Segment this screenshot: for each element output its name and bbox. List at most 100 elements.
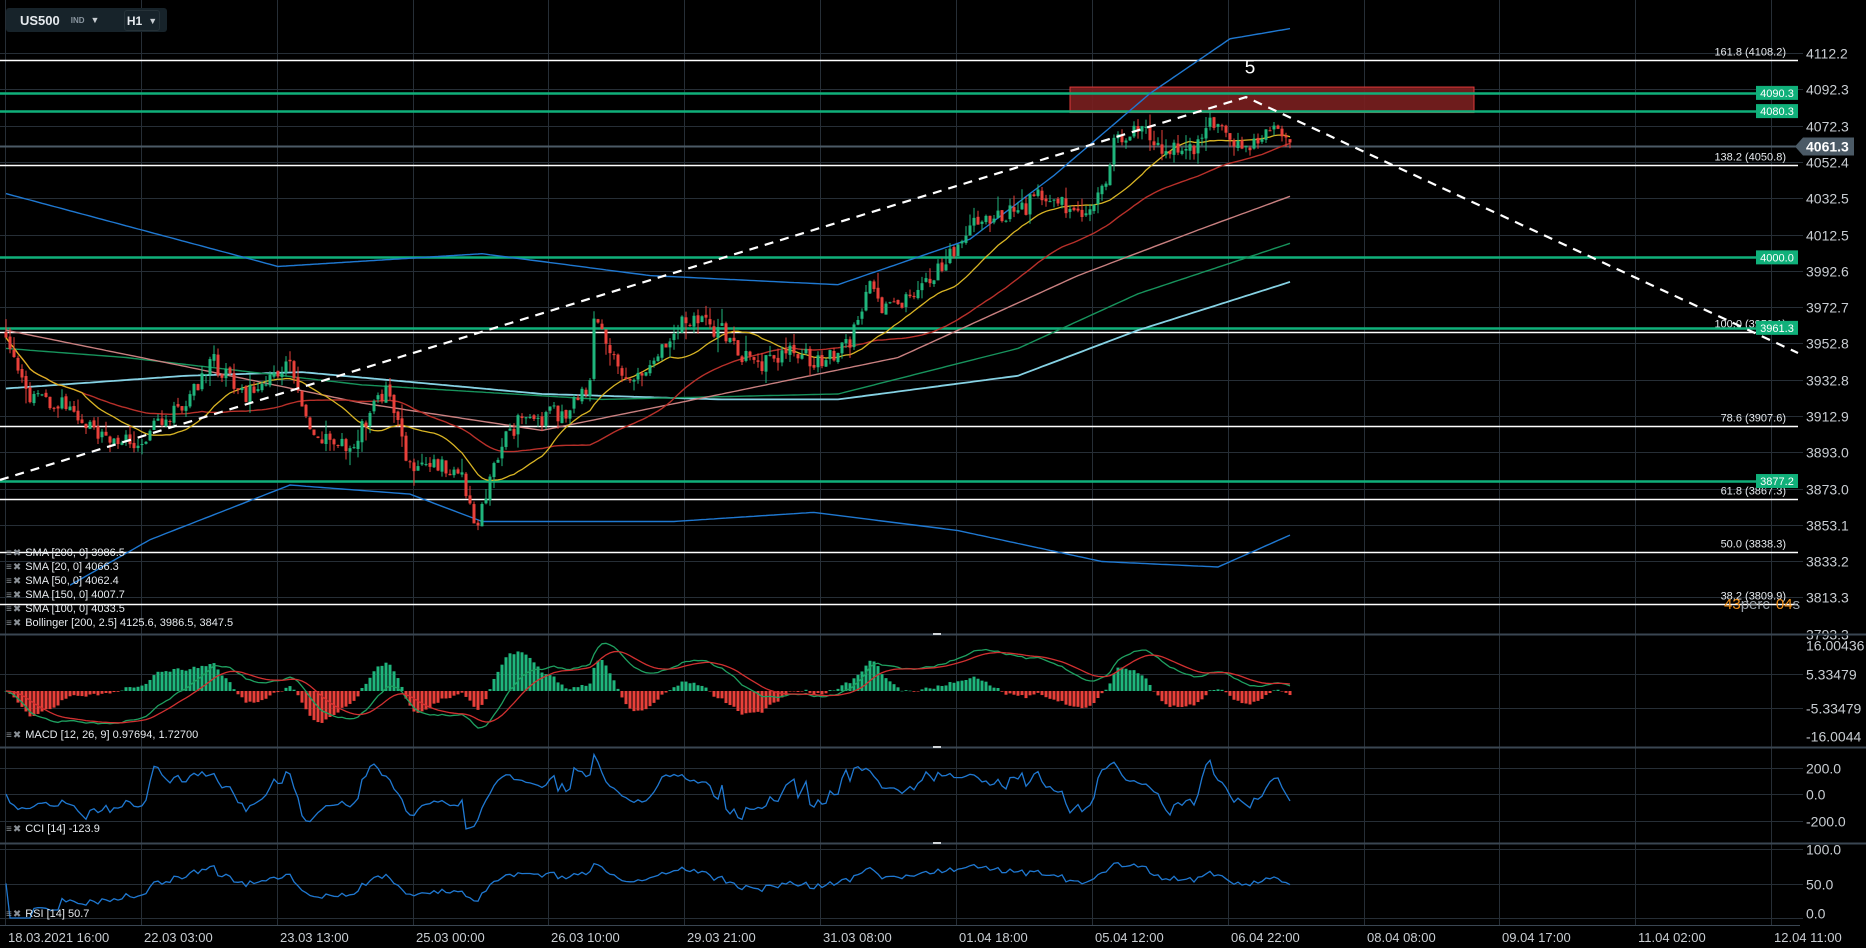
candle xyxy=(1252,133,1256,150)
candle-body xyxy=(908,294,912,297)
candle-body xyxy=(548,406,552,411)
candle-body xyxy=(532,415,536,420)
candle-body xyxy=(104,431,108,436)
candle-body xyxy=(16,357,20,371)
macd-histogram-bar xyxy=(152,675,156,691)
candle xyxy=(1104,181,1108,191)
candle xyxy=(660,343,664,361)
price-tick-label: 4012.5 xyxy=(1806,228,1849,244)
candle xyxy=(464,471,468,499)
macd-histogram-bar xyxy=(20,691,24,707)
macd-histogram-bar xyxy=(936,685,940,691)
candle xyxy=(304,403,308,419)
candle xyxy=(708,308,712,329)
candle-body xyxy=(960,241,964,244)
candle-body xyxy=(1052,199,1056,201)
macd-histogram-bar xyxy=(104,691,108,693)
macd-panel xyxy=(4,642,1292,729)
candle-body xyxy=(208,359,212,375)
indicator-settings-icon[interactable]: ≡✖ xyxy=(6,824,22,835)
timeframe-selector[interactable]: H1 ▼ xyxy=(124,10,160,31)
candle-body xyxy=(944,264,948,271)
candle-body xyxy=(484,498,488,504)
macd-histogram-bar xyxy=(244,691,248,703)
macd-histogram-bar xyxy=(72,691,76,696)
macd-histogram-bar xyxy=(68,691,72,697)
candle-body xyxy=(968,225,972,236)
candle xyxy=(720,308,724,327)
candle-body xyxy=(44,392,48,398)
candle-body xyxy=(368,412,372,427)
candle xyxy=(824,358,828,367)
indicator-settings-icon[interactable]: ≡✖ xyxy=(6,576,22,587)
macd-histogram-bar xyxy=(440,691,444,699)
macd-histogram-bar xyxy=(296,691,300,696)
candle xyxy=(552,401,556,409)
candle-body xyxy=(1084,213,1088,216)
candle xyxy=(24,370,28,404)
legend-sma50: ≡✖ SMA [50, 0] 4062.4 xyxy=(6,575,119,587)
candle xyxy=(272,365,276,379)
macd-histogram-bar xyxy=(1156,691,1160,696)
candle-body xyxy=(164,419,168,427)
indicator-settings-icon[interactable]: ≡✖ xyxy=(6,590,22,601)
macd-histogram-bar xyxy=(488,689,492,691)
candle xyxy=(592,311,596,382)
macd-histogram-bar xyxy=(1248,691,1252,705)
candle-body xyxy=(1148,126,1152,141)
macd-histogram-bar xyxy=(1092,691,1096,704)
candle-body xyxy=(96,426,100,439)
indicator-settings-icon[interactable]: ≡✖ xyxy=(6,604,22,615)
price-tick-label: 4052.4 xyxy=(1806,155,1849,171)
candle xyxy=(20,364,24,383)
cci-line xyxy=(5,752,1291,830)
macd-histogram-bar xyxy=(312,691,316,721)
macd-histogram-bar xyxy=(1100,691,1104,694)
candle-body xyxy=(316,436,320,438)
candle-body xyxy=(192,383,196,396)
indicator-settings-icon[interactable]: ≡✖ xyxy=(6,618,22,629)
candle xyxy=(332,438,336,451)
candle-body xyxy=(780,350,784,363)
candle-body xyxy=(848,339,852,348)
candle xyxy=(884,301,888,315)
symbol-selector[interactable]: US500 xyxy=(20,13,60,28)
indicator-settings-icon[interactable]: ≡✖ xyxy=(6,548,22,559)
candle-body xyxy=(1044,198,1048,202)
candle-body xyxy=(8,336,12,350)
macd-histogram-bar xyxy=(984,681,988,691)
candle-body xyxy=(212,354,216,361)
candle-body xyxy=(728,337,732,343)
candle xyxy=(124,430,128,446)
candle-body xyxy=(504,431,508,447)
candle-body xyxy=(1092,204,1096,212)
wave-label: 5 xyxy=(1245,57,1256,78)
macd-histogram-bar xyxy=(504,657,508,691)
macd-histogram-bar xyxy=(1152,691,1156,692)
candle-body xyxy=(28,387,32,403)
indicator-settings-icon[interactable]: ≡✖ xyxy=(6,909,22,920)
indicator-settings-icon[interactable]: ≡✖ xyxy=(6,562,22,573)
time-tick-label: 26.03 10:00 xyxy=(551,930,620,945)
macd-histogram-bar xyxy=(672,687,676,691)
candle xyxy=(324,420,328,452)
candle-body xyxy=(828,350,832,359)
candle xyxy=(492,461,496,489)
symbol-dropdown-icon[interactable]: ▼ xyxy=(91,15,100,25)
candle xyxy=(396,410,400,427)
macd-histogram-bar xyxy=(156,671,160,691)
macd-histogram-bar xyxy=(256,691,260,703)
candle-body xyxy=(80,419,84,424)
chart-canvas[interactable]: 4112.2 4092.3 4072.3 4052.4 4032.5 4012.5 3992… xyxy=(0,0,1866,948)
candle xyxy=(128,425,132,448)
candle xyxy=(336,444,340,448)
candle xyxy=(1168,150,1172,159)
indicator-settings-icon[interactable]: ≡✖ xyxy=(6,730,22,741)
candle xyxy=(184,400,188,418)
candle xyxy=(480,502,484,527)
macd-histogram-bar xyxy=(36,691,40,714)
countdown-value-2: 04 xyxy=(1775,596,1793,613)
candle-body xyxy=(20,369,24,378)
time-tick-label: 09.04 17:00 xyxy=(1502,930,1571,945)
macd-histogram-bar xyxy=(532,662,536,691)
